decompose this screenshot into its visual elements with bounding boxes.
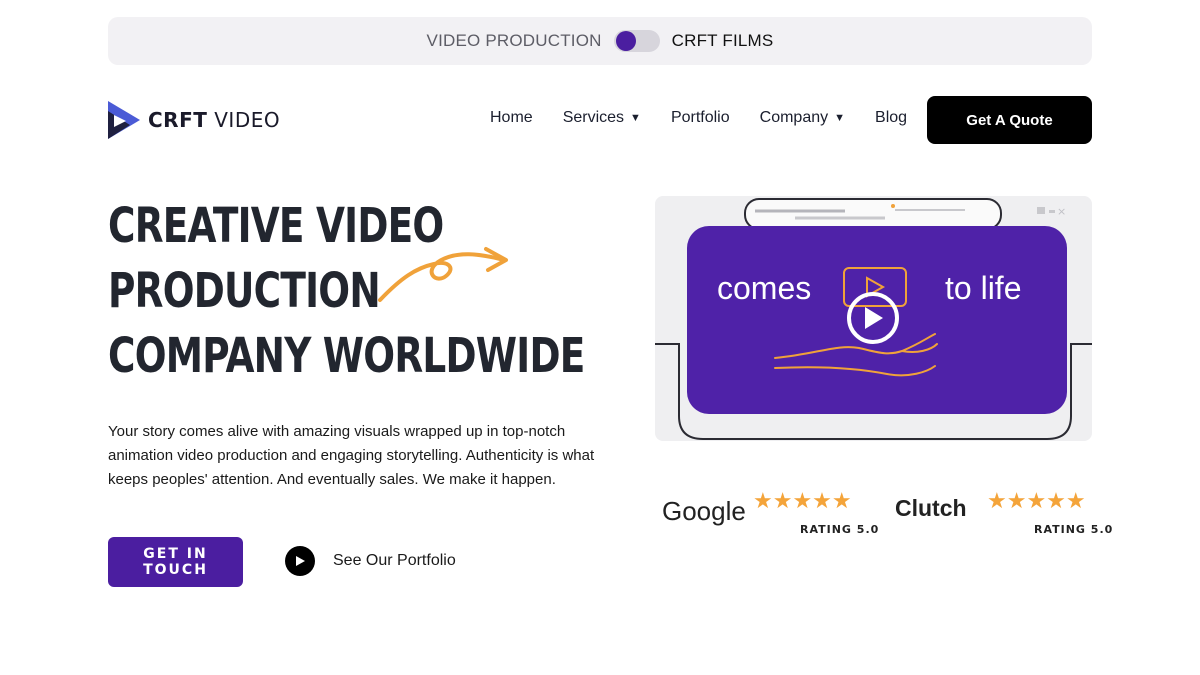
get-in-touch-button[interactable]: GET IN TOUCH [108, 537, 243, 587]
nav-portfolio-label: Portfolio [670, 109, 730, 126]
crft-films-label[interactable]: CRFT FILMS [672, 31, 774, 51]
nav-blog-label: Blog [875, 109, 908, 126]
caret-down-icon: ▼ [834, 112, 846, 124]
toggle-knob [615, 31, 636, 51]
svg-text:×: × [1057, 205, 1066, 218]
rating-text: RATING 5.0 [1034, 523, 1114, 536]
logo-text-light: VIDEO [214, 108, 281, 132]
site-switch-toggle[interactable] [613, 30, 660, 52]
clutch-logo: Clutch [895, 495, 967, 521]
nav-blog[interactable]: Blog [875, 109, 907, 127]
google-logo: Google [662, 496, 746, 526]
rating-text: RATING 5.0 [800, 523, 880, 536]
site-switcher-bar: VIDEO PRODUCTION CRFT FILMS [108, 17, 1092, 65]
nav-home[interactable]: Home [490, 109, 533, 127]
google-rating: Google ★★★★★ RATING 5.0 [660, 488, 878, 540]
caret-down-icon: ▼ [630, 112, 641, 124]
logo[interactable]: CRFT VIDEO [108, 101, 280, 139]
nav-services[interactable]: Services ▼ [563, 109, 641, 127]
logo-text: CRFT VIDEO [148, 108, 280, 132]
rating-stars: ★★★★★ [987, 488, 1086, 513]
video-production-label[interactable]: VIDEO PRODUCTION [427, 31, 602, 51]
hero-title-line: COMPANY WORLDWIDE [108, 328, 585, 384]
nav-home-label: Home [490, 109, 533, 126]
nav-company[interactable]: Company ▼ [760, 109, 845, 127]
see-portfolio-link[interactable]: See Our Portfolio [285, 546, 456, 576]
nav-services-label: Services [562, 109, 625, 126]
clutch-rating: Clutch ★★★★★ RATING 5.0 [895, 488, 1112, 540]
hero-video[interactable]: × comes to life [655, 196, 1092, 441]
rating-stars: ★★★★★ [753, 488, 852, 513]
play-icon [865, 307, 883, 329]
squiggle-arrow-icon [378, 247, 508, 302]
logo-text-bold: CRFT [148, 108, 208, 132]
see-portfolio-label: See Our Portfolio [333, 552, 456, 569]
nav-portfolio[interactable]: Portfolio [671, 109, 730, 127]
nav-company-label: Company [759, 109, 829, 126]
main-nav: Home Services ▼ Portfolio Company ▼ Blog [490, 109, 907, 127]
hero-description: Your story comes alive with amazing visu… [108, 423, 595, 488]
play-icon [285, 546, 315, 576]
video-play-button[interactable] [847, 292, 899, 344]
logo-play-icon [108, 101, 140, 139]
get-a-quote-button[interactable]: Get A Quote [927, 96, 1092, 144]
video-screen: comes to life [687, 226, 1067, 414]
